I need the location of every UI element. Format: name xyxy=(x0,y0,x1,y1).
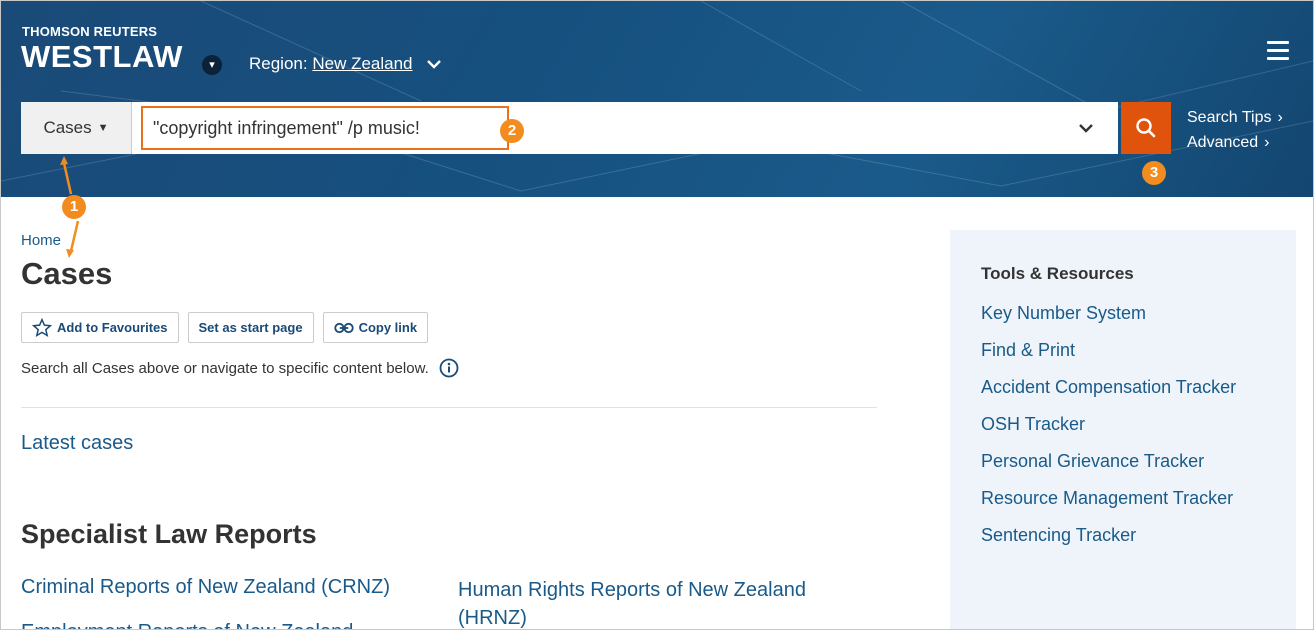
star-icon xyxy=(32,317,52,337)
annotation-badge-2: 2 xyxy=(500,119,524,143)
tool-link-resource-management[interactable]: Resource Management Tracker xyxy=(981,486,1236,523)
report-link-employment[interactable]: Employment Reports of New Zealand xyxy=(21,621,353,629)
section-divider xyxy=(21,407,877,408)
hamburger-icon[interactable] xyxy=(1267,41,1289,60)
set-start-page-button[interactable]: Set as start page xyxy=(187,312,314,343)
region-link[interactable]: New Zealand xyxy=(312,54,412,73)
breadcrumb-home[interactable]: Home xyxy=(21,232,61,249)
search-icon xyxy=(1136,118,1156,138)
search-input[interactable] xyxy=(141,106,509,150)
add-to-favourites-button[interactable]: Add to Favourites xyxy=(21,312,179,343)
tool-link-sentencing-tracker[interactable]: Sentencing Tracker xyxy=(981,523,1236,560)
tools-resources-heading: Tools & Resources xyxy=(981,264,1134,283)
page-description: Search all Cases above or navigate to sp… xyxy=(21,358,459,378)
tool-link-personal-grievance[interactable]: Personal Grievance Tracker xyxy=(981,449,1236,486)
brand-switcher-chevron-icon[interactable]: ▾ xyxy=(202,55,222,75)
search-category-label: Cases xyxy=(43,118,92,137)
report-link-crnz[interactable]: Criminal Reports of New Zealand (CRNZ) xyxy=(21,576,390,599)
page-frame: THOMSON REUTERS WESTLAW ▾ Region: New Ze… xyxy=(0,0,1314,630)
page-title: Cases xyxy=(21,256,113,291)
chevron-down-icon[interactable] xyxy=(427,59,442,69)
region-label: Region: xyxy=(249,54,308,73)
advanced-search-link[interactable]: Advanced › xyxy=(1187,130,1283,155)
report-link-hrnz[interactable]: Human Rights Reports of New Zealand (HRN… xyxy=(458,576,858,629)
top-header: THOMSON REUTERS WESTLAW ▾ Region: New Ze… xyxy=(1,1,1313,197)
tool-link-osh-tracker[interactable]: OSH Tracker xyxy=(981,412,1236,449)
search-box xyxy=(132,102,1118,154)
copy-link-button[interactable]: Copy link xyxy=(322,312,429,343)
specialist-law-reports-heading: Specialist Law Reports xyxy=(21,519,317,549)
latest-cases-link[interactable]: Latest cases xyxy=(21,432,133,455)
link-icon xyxy=(333,322,354,333)
brand-westlaw[interactable]: WESTLAW xyxy=(21,39,183,75)
info-icon[interactable] xyxy=(439,358,459,378)
tool-link-accident-compensation[interactable]: Accident Compensation Tracker xyxy=(981,375,1236,412)
search-history-chevron-icon[interactable] xyxy=(1074,116,1098,140)
region-selector[interactable]: Region: New Zealand xyxy=(249,54,442,74)
page-actions: Add to Favourites Set as start page Copy… xyxy=(21,312,429,343)
tool-link-find-print[interactable]: Find & Print xyxy=(981,338,1236,375)
search-button[interactable] xyxy=(1121,102,1171,154)
annotation-badge-1: 1 xyxy=(62,195,86,219)
annotation-arrow-down xyxy=(69,220,80,252)
tools-list: Key Number System Find & Print Accident … xyxy=(981,301,1236,560)
annotation-badge-3: 3 xyxy=(1142,161,1166,185)
background-network-pattern xyxy=(1,1,1313,192)
search-tips-link[interactable]: Search Tips › xyxy=(1187,105,1283,130)
brand-thomson-reuters: THOMSON REUTERS xyxy=(22,24,158,39)
search-category-dropdown[interactable]: Cases ▼ xyxy=(21,102,132,154)
tool-link-key-number-system[interactable]: Key Number System xyxy=(981,301,1236,338)
tools-resources-panel: Tools & Resources Key Number System Find… xyxy=(950,230,1296,629)
caret-down-icon: ▼ xyxy=(97,122,109,134)
search-links: Search Tips › Advanced › xyxy=(1187,105,1283,155)
